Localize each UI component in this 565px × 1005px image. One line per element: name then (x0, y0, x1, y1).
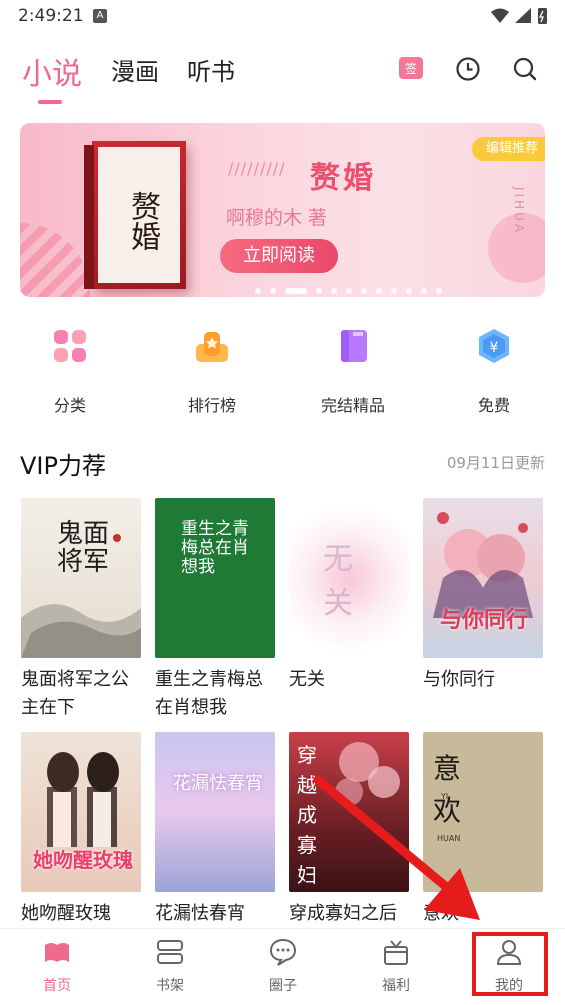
banner-slashes: ///////// (228, 159, 286, 178)
book-title: 重生之青梅总在肖想我 (155, 669, 263, 718)
banner-decoration (20, 223, 90, 297)
banner-side-text: JIHUA (512, 187, 526, 236)
gift-icon (384, 940, 408, 965)
book-cover[interactable]: 鬼面将军 (21, 498, 141, 658)
tab-comic[interactable]: 漫画 (111, 52, 159, 87)
book-cover[interactable]: 重生之青梅总在肖想我 (155, 498, 275, 658)
book-card[interactable]: 她吻醒玫瑰 她吻醒玫瑰 (21, 732, 143, 928)
book-card[interactable]: 与你同行 与你同行 (423, 498, 545, 694)
nav-home-label: 首页 (43, 978, 71, 994)
category-label: 分类 (53, 396, 86, 415)
bookshelf-icon (157, 940, 183, 964)
nav-welfare[interactable]: 福利 (356, 937, 436, 995)
book-cover[interactable]: 与你同行 (423, 498, 543, 658)
cover-title: 花漏怯春宵 (173, 773, 263, 794)
tab-novel[interactable]: 小说 (22, 49, 82, 93)
category-item[interactable]: 分类 (10, 326, 130, 416)
carousel-dots (255, 279, 451, 297)
tab-indicator (38, 100, 62, 104)
annotation-arrow (313, 775, 480, 920)
status-bar: 2:49:21 A (0, 0, 565, 34)
cover-title: 无关 (323, 542, 353, 621)
svg-text:¥: ¥ (490, 340, 499, 356)
book-card[interactable]: 无关 无关 (289, 498, 411, 694)
book-cover[interactable]: 无关 (289, 498, 409, 658)
cover-title: 重生之青梅总在肖想我 (181, 519, 249, 577)
book-card[interactable]: 重生之青梅总在肖想我 重生之青梅总在肖想我 (155, 498, 277, 722)
ranking-item[interactable]: 排行榜 (152, 326, 272, 416)
history-clock-icon[interactable] (455, 56, 481, 82)
book-cover[interactable]: 她吻醒玫瑰 (21, 732, 141, 892)
status-time: 2:49:21 (18, 6, 84, 26)
free-label: 免费 (477, 396, 510, 415)
cover-art (433, 512, 533, 618)
book-icon (341, 330, 367, 362)
book-cover[interactable]: 花漏怯春宵 (155, 732, 275, 892)
section-title: VIP力荐 (20, 452, 106, 480)
book-title: 她吻醒玫瑰 (21, 903, 111, 924)
banner-author: 啊穆的木 著 (226, 207, 328, 229)
status-icons (491, 8, 547, 24)
read-now-button[interactable]: 立即阅读 (220, 239, 338, 273)
featured-banner[interactable]: 赘婚 ///////// 赘婚 啊穆的木 著 立即阅读 编辑推荐 JIHUA (20, 123, 545, 297)
search-icon[interactable] (512, 56, 538, 82)
nav-welfare-label: 福利 (382, 978, 410, 994)
book-title: 鬼面将军之公主在下 (21, 669, 129, 718)
book-title: 与你同行 (423, 669, 495, 690)
completed-label: 完结精品 (320, 396, 385, 415)
book-title: 无关 (289, 669, 325, 690)
nav-bookshelf-label: 书架 (156, 978, 184, 994)
completed-item[interactable]: 完结精品 (293, 326, 413, 416)
banner-title: 赘婚 (310, 161, 376, 196)
cover-title: 鬼面将军 (57, 519, 110, 577)
nav-community[interactable]: 圈子 (243, 937, 323, 995)
ranking-label: 排行榜 (187, 396, 236, 415)
notification-icon: A (93, 9, 107, 23)
chat-icon (269, 938, 297, 966)
free-item[interactable]: ¥ 免费 (434, 326, 554, 416)
cover-title: 与你同行 (439, 607, 528, 633)
book-spine (84, 145, 94, 289)
banner-cover-title: 赘婚 (125, 191, 160, 251)
book-title: 花漏怯春宵 (155, 903, 245, 924)
ranking-icon (196, 332, 228, 362)
cover-title: 她吻醒玫瑰 (33, 848, 133, 872)
tab-audiobook[interactable]: 听书 (187, 52, 235, 87)
banner-book-cover[interactable]: 赘婚 (84, 141, 186, 289)
nav-community-label: 圈子 (269, 978, 297, 994)
nav-home[interactable]: 首页 (17, 937, 97, 995)
free-icon: ¥ (479, 329, 509, 363)
grid-icon (54, 330, 86, 362)
book-card[interactable]: 花漏怯春宵 花漏怯春宵 (155, 732, 277, 928)
home-icon (45, 943, 69, 962)
checkin-calendar-icon[interactable]: 签 (399, 57, 423, 79)
nav-bookshelf[interactable]: 书架 (130, 937, 210, 995)
section-update-date: 09月11日更新 (446, 454, 545, 472)
book-card[interactable]: 鬼面将军 鬼面将军之公主在下 (21, 498, 143, 722)
highlight-box (472, 932, 548, 996)
editor-pick-badge: 编辑推荐 (472, 137, 545, 161)
